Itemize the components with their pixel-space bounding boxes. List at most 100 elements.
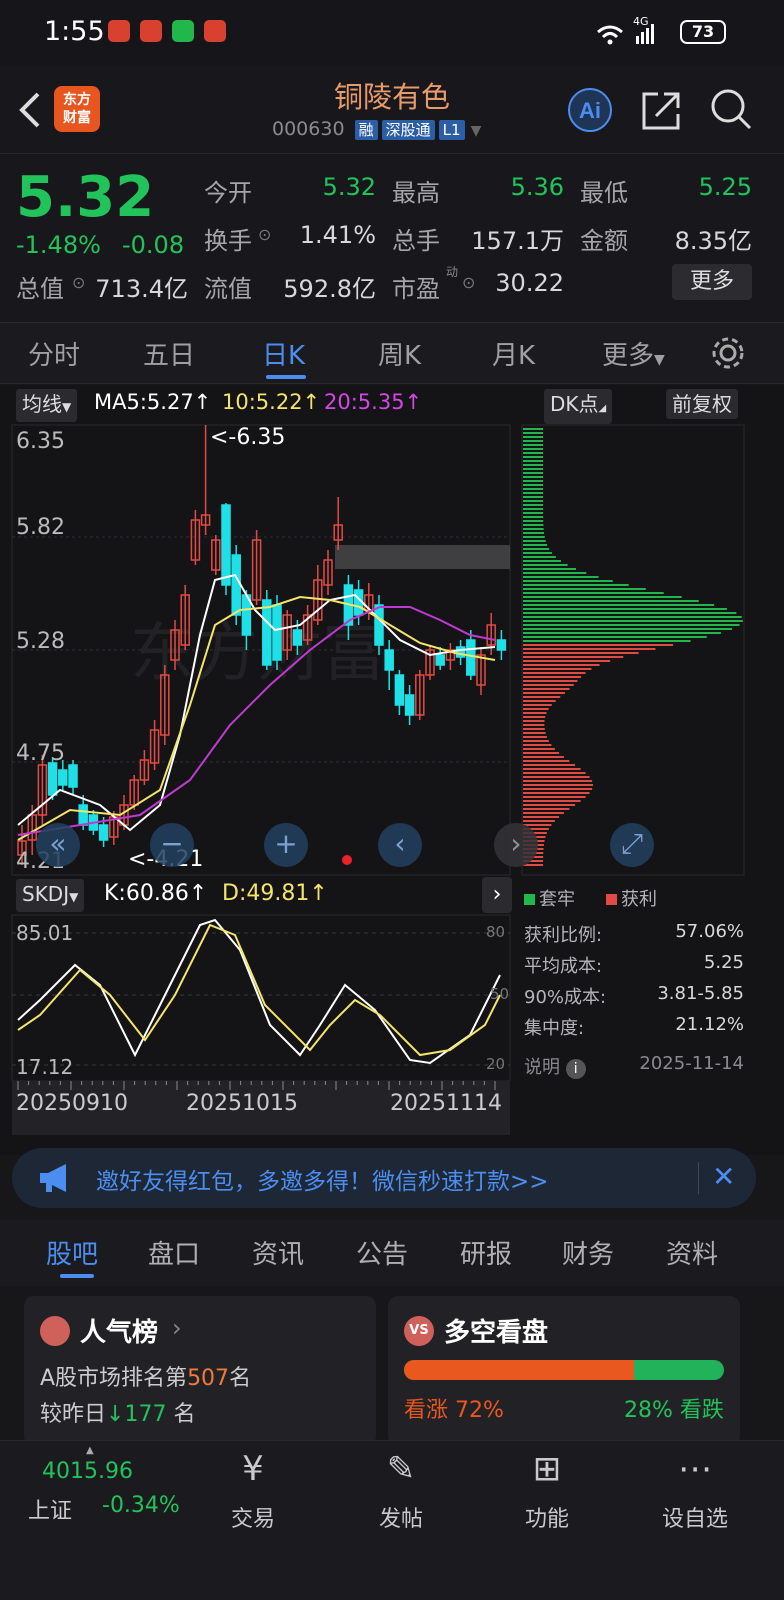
index-change: -0.34%: [102, 1493, 180, 1518]
share-icon[interactable]: [640, 88, 684, 132]
chevron-down-icon: ▼: [470, 123, 482, 139]
zoom-in-icon[interactable]: +: [264, 823, 308, 867]
skdj-d-line: [17, 923, 501, 1057]
expand-icon[interactable]: ⤢: [610, 823, 654, 867]
value-low: 5.25: [698, 173, 752, 201]
candle-body: [98, 824, 109, 841]
ranking-icon: [40, 1316, 70, 1346]
zoom-out-icon[interactable]: −: [150, 823, 194, 867]
y-tick: 5.28: [16, 629, 65, 654]
down-arrow-icon: ↓: [106, 1402, 125, 1427]
candle-body: [47, 762, 58, 796]
date-label: 20251114: [390, 1091, 502, 1116]
tab-forum[interactable]: 股吧: [46, 1234, 98, 1271]
versus-icon: VS: [404, 1316, 434, 1346]
info-icon[interactable]: ⊙: [72, 273, 85, 292]
indicator-next-icon[interactable]: ›: [482, 877, 512, 913]
label-amount: 金额: [580, 227, 628, 255]
y-tick: 5.82: [16, 515, 65, 540]
bearish-label: 28% 看跌: [624, 1392, 724, 1424]
tab-weekly-k[interactable]: 周K: [378, 335, 421, 372]
value-market-cap: 713.4亿: [95, 275, 188, 303]
bearish-text: 看跌: [679, 1398, 724, 1423]
app-notification-icon: [204, 20, 226, 42]
chip-bars: [523, 428, 743, 866]
nav-post[interactable]: ✎ 发帖: [346, 1449, 456, 1533]
chip-value: 57.06%: [675, 921, 744, 942]
rank-change-value: 177: [124, 1402, 167, 1427]
popularity-card[interactable]: 人气榜 › A股市场排名第507名 较昨日↓177 名: [24, 1296, 376, 1446]
skdj-level: 50: [490, 985, 510, 1003]
skdj-d: D:49.81↑: [222, 881, 328, 906]
tab-more[interactable]: 更多▼: [602, 335, 665, 372]
tab-intraday[interactable]: 分时: [28, 335, 80, 372]
tab-news[interactable]: 资讯: [252, 1234, 304, 1271]
tab-five-day[interactable]: 五日: [143, 335, 195, 372]
index-value[interactable]: 4015.96: [42, 1459, 133, 1484]
ai-icon[interactable]: Ai: [566, 86, 614, 134]
skdj-bottom: 17.12: [16, 1055, 74, 1079]
step-right-icon[interactable]: ›: [494, 823, 538, 867]
nav-functions[interactable]: ⊞ 功能: [492, 1449, 602, 1533]
chip-value: 5.25: [703, 952, 744, 973]
indicator-selector[interactable]: SKDJ▼: [16, 879, 85, 912]
rank-prefix: A股市场排名第: [40, 1366, 188, 1391]
y-tick: 4.75: [16, 741, 65, 766]
more-button[interactable]: 更多: [672, 264, 752, 300]
legend-trapped-label: 套牢: [539, 889, 575, 910]
label-volume: 总手: [392, 227, 440, 255]
rank-line: A股市场排名第507名: [40, 1360, 251, 1392]
tab-orderbook[interactable]: 盘口: [148, 1234, 200, 1271]
status-bar: 1:55 4G 73: [0, 0, 784, 66]
info-icon[interactable]: ⊙: [258, 225, 271, 244]
stock-code-line[interactable]: 000630 融深股通 L1 ▼: [272, 118, 481, 140]
resistance-band: [335, 545, 510, 569]
skdj-lines: [17, 918, 501, 1065]
info-icon[interactable]: ⊙: [462, 273, 475, 292]
search-icon[interactable]: [708, 86, 754, 132]
nav-label: 发帖: [378, 1507, 423, 1532]
scroll-left-icon[interactable]: «: [36, 823, 80, 867]
close-icon[interactable]: ✕: [712, 1160, 735, 1193]
chip-value: 3.81-5.85: [657, 983, 744, 1004]
label-float-cap: 流值: [204, 275, 252, 303]
change-abs: -0.08: [122, 231, 185, 259]
rank-change-suffix: 名: [173, 1402, 196, 1427]
candle-body: [272, 604, 282, 661]
banner-divider: [698, 1162, 699, 1194]
tab-more-label: 更多: [602, 341, 655, 371]
chip-date: 2025-11-14: [639, 1053, 744, 1074]
yen-cycle-icon: ¥: [242, 1449, 264, 1489]
settings-gear-icon[interactable]: [710, 335, 746, 371]
sentiment-bar-up: [404, 1360, 635, 1380]
tab-research[interactable]: 研报: [460, 1234, 512, 1271]
date-label: 20251015: [186, 1091, 298, 1116]
edit-icon: ✎: [386, 1449, 416, 1489]
tab-daily-k[interactable]: 日K: [262, 335, 305, 372]
nav-trade[interactable]: ¥ 交易: [198, 1449, 308, 1533]
active-tab-indicator: [60, 1274, 94, 1278]
chip-label: 90%成本:: [524, 987, 607, 1008]
promo-banner[interactable]: 邀好友得红包，多邀多得！微信秒速打款>> ✕: [12, 1148, 756, 1208]
nav-add-watchlist[interactable]: ⋯ 设自选: [640, 1449, 750, 1533]
change-pct: -1.48%: [16, 231, 101, 259]
caret-down-icon: ▼: [69, 890, 79, 904]
candle-body: [466, 639, 476, 676]
rank-change-prefix: 较昨日: [40, 1402, 107, 1427]
step-left-icon[interactable]: ‹: [378, 823, 422, 867]
high-marker: <-6.35: [210, 425, 286, 450]
value-float-cap: 592.8亿: [283, 275, 376, 303]
candle-body: [455, 646, 466, 658]
tab-announcements[interactable]: 公告: [356, 1234, 408, 1271]
candle-body: [262, 599, 272, 666]
tab-monthly-k[interactable]: 月K: [492, 335, 535, 372]
sentiment-card[interactable]: VS 多空看盘 看涨 72% 28% 看跌: [388, 1296, 740, 1446]
tab-finance[interactable]: 财务: [562, 1234, 614, 1271]
candle-body: [384, 649, 394, 671]
kline-chart-area[interactable]: 均线▼ MA5:5.27↑ 10:5.22↑ 20:5.35↑ DK点◢ 前复权…: [0, 385, 784, 1155]
date-label: 20250910: [16, 1091, 128, 1116]
candle-body: [68, 764, 78, 788]
tab-profile[interactable]: 资料: [666, 1234, 718, 1271]
value-high: 5.36: [510, 173, 564, 201]
chip-note[interactable]: 说明 i: [524, 1053, 586, 1079]
